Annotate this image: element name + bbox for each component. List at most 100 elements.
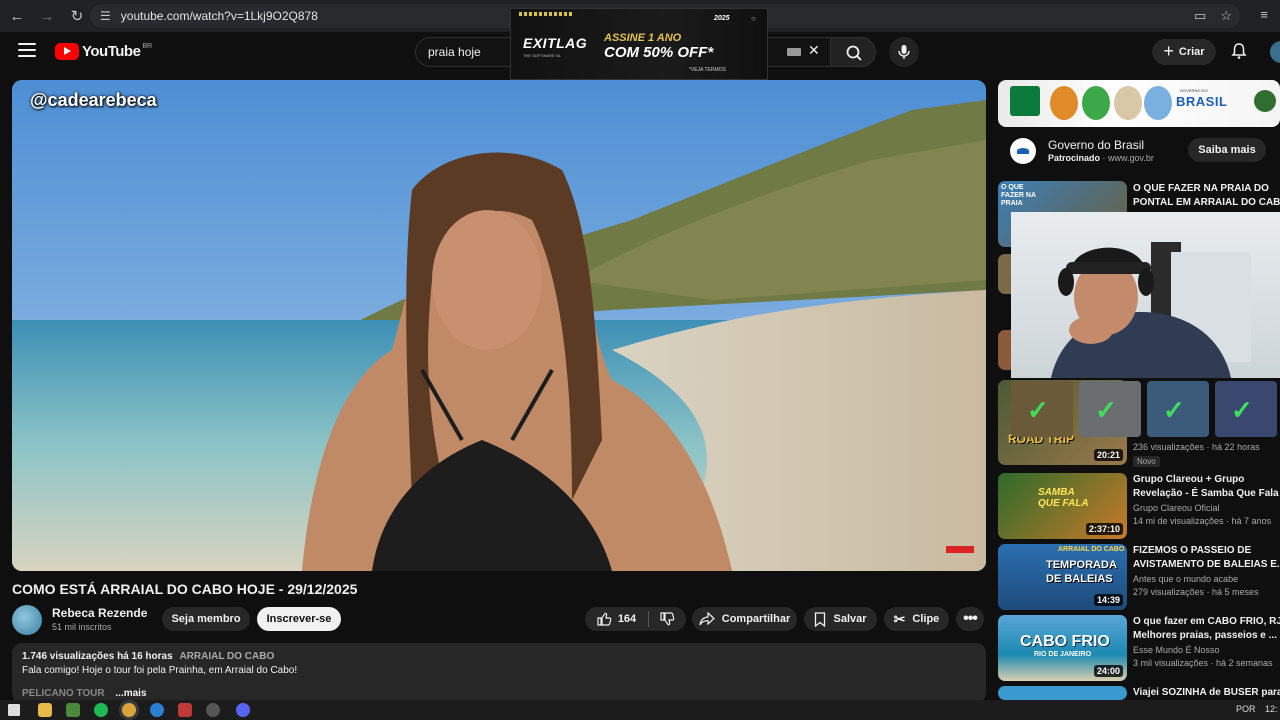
edge-icon[interactable] (150, 703, 164, 717)
spotify-icon[interactable] (94, 703, 108, 717)
video-channel[interactable]: Grupo Clareou Oficial (1133, 503, 1220, 513)
clock[interactable]: 12: (1265, 704, 1278, 714)
account-avatar[interactable] (1270, 41, 1280, 63)
forward-icon[interactable]: → (34, 3, 60, 29)
brazil-flag-icon (1010, 86, 1040, 116)
ad-headline: ASSINE 1 ANO (604, 32, 682, 44)
sponsored-banner[interactable]: GOVERNO DO BRASIL (998, 80, 1280, 127)
keyboard-icon[interactable] (787, 48, 801, 56)
discord-icon[interactable] (236, 703, 250, 717)
save-button[interactable]: Salvar (804, 607, 877, 631)
subscribe-button[interactable]: Inscrever-se (257, 607, 341, 631)
site-info-icon[interactable]: ☰ (100, 9, 111, 23)
input-language[interactable]: POR (1236, 704, 1256, 714)
thumbnail-small: RIO DE JANEIRO (1034, 651, 1092, 658)
ad-brand: EXITLAG (523, 35, 588, 51)
tile: ✓ (1079, 381, 1141, 437)
video-thumbnail[interactable]: ARRAIAL DO CABO TEMPORADA DE BALEIAS 14:… (998, 544, 1127, 610)
video-title-line[interactable]: O que fazer em CABO FRIO, RJ (1133, 615, 1280, 628)
plus-icon: + (1163, 40, 1174, 61)
video-editor-icon[interactable] (178, 703, 192, 717)
ad-offer: COM 50% OFF* (604, 44, 714, 61)
more-actions-icon[interactable]: ••• (956, 607, 984, 631)
video-title-line[interactable]: Viajei SOZINHA de BUSER para (1133, 686, 1280, 699)
sponsored-url: · www.gov.br (1102, 153, 1154, 163)
app-icon[interactable] (66, 703, 80, 717)
subscriber-count: 51 mil inscritos (52, 622, 112, 632)
webcam-tiles: ✓ ✓ ✓ ✓ (1011, 379, 1280, 439)
video-thumbnail[interactable] (998, 686, 1127, 700)
back-icon[interactable]: ← (4, 3, 30, 29)
like-count[interactable]: 164 (618, 613, 636, 625)
ad-close-icon[interactable]: ○ (751, 14, 756, 23)
menu-icon[interactable] (18, 43, 36, 57)
channel-name[interactable]: Rebeca Rezende (52, 606, 147, 620)
browser-menu-icon[interactable]: ≡ (1260, 7, 1268, 22)
chrome-icon[interactable] (122, 703, 136, 717)
reload-icon[interactable]: ↻ (64, 3, 90, 29)
search-value[interactable]: praia hoje (428, 45, 481, 59)
ad-tag: 2025 (714, 15, 730, 22)
video-channel[interactable]: Esse Mundo É Nosso (1133, 645, 1220, 655)
banner-figure (1144, 86, 1172, 120)
banner-hat-icon (1254, 90, 1276, 112)
video-duration: 20:21 (1093, 449, 1123, 461)
voice-search-button[interactable] (889, 37, 919, 67)
share-button[interactable]: Compartilhar (692, 607, 797, 631)
banner-figure (1082, 86, 1110, 120)
clear-search-icon[interactable]: ✕ (808, 42, 820, 59)
show-more-link[interactable]: ...mais (115, 688, 146, 699)
bookmark-star-icon[interactable]: ☆ (1220, 8, 1232, 24)
youtube-logo[interactable]: YouTube BR (55, 43, 152, 60)
clip-button[interactable]: ✂ Clipe (884, 607, 949, 631)
tile: ✓ (1147, 381, 1209, 437)
video-title-line[interactable]: O QUE FAZER NA PRAIA DO (1133, 182, 1280, 195)
create-label: Criar (1178, 46, 1205, 58)
learn-more-button[interactable]: Saiba mais (1188, 138, 1266, 162)
video-title-line[interactable]: Grupo Clareou + Grupo (1133, 473, 1280, 486)
like-dislike-group: 164 (585, 607, 686, 631)
video-thumbnail[interactable]: CABO FRIO RIO DE JANEIRO 24:00 (998, 615, 1127, 681)
exitlag-ad-overlay[interactable]: 2025 ○ EXITLAG THE SOFTWARE N1 ASSINE 1 … (510, 8, 768, 80)
tile: ✓ (1215, 381, 1277, 437)
obs-icon[interactable] (206, 703, 220, 717)
video-title-line[interactable]: AVISTAMENTO DE BALEIAS E... (1133, 558, 1280, 571)
banner-gov-small: GOVERNO DO (1180, 88, 1208, 93)
channel-avatar[interactable] (12, 605, 42, 635)
clip-label: Clipe (912, 613, 940, 625)
join-button[interactable]: Seja membro (162, 607, 250, 631)
bell-icon[interactable] (1230, 42, 1248, 60)
advertiser-logo[interactable] (1010, 138, 1036, 164)
video-meta: 279 visualizações · há 5 meses (1133, 587, 1259, 597)
video-title-line[interactable]: Melhores praias, passeios e ... (1133, 629, 1280, 642)
new-badge: Novo (1133, 456, 1160, 467)
cast-icon[interactable]: ▭ (1194, 8, 1206, 24)
thumbs-up-icon[interactable] (596, 611, 612, 627)
video-player[interactable]: @cadearebeca (12, 80, 986, 571)
video-title-line[interactable]: FIZEMOS O PASSEIO DE (1133, 544, 1280, 557)
windows-start-icon[interactable] (8, 704, 20, 716)
video-duration: 2:37:10 (1085, 523, 1123, 535)
create-button[interactable]: + Criar (1152, 39, 1216, 65)
ad-brand-sub: THE SOFTWARE N1 (523, 53, 561, 58)
banner-figure (1050, 86, 1078, 120)
video-frame-beach (12, 80, 986, 571)
url-text[interactable]: youtube.com/watch?v=1Lkj9O2Q878 (121, 9, 318, 23)
video-thumbnail[interactable]: SAMBA QUE FALA 2:37:10 (998, 473, 1127, 539)
save-label: Salvar (833, 613, 867, 625)
search-button[interactable] (830, 37, 876, 67)
thumbs-down-icon[interactable] (659, 611, 675, 627)
description-preview: PELICANO TOUR (22, 688, 105, 699)
scissors-icon: ✂ (893, 610, 906, 627)
video-channel[interactable]: Antes que o mundo acabe (1133, 574, 1238, 584)
advertiser-name[interactable]: Governo do Brasil (1048, 138, 1144, 152)
views-and-date: 1.746 visualizações há 16 horas (22, 651, 173, 662)
video-title-line[interactable]: PONTAL EM ARRAIAL DO CABO (1133, 196, 1280, 209)
channel-watermark: @cadearebeca (30, 90, 157, 110)
video-title-line[interactable]: Revelação - É Samba Que Fala (1133, 487, 1280, 500)
file-explorer-icon[interactable] (38, 703, 52, 717)
description-box[interactable]: 1.746 visualizações há 16 horas ARRAIAL … (12, 643, 986, 703)
video-meta: 3 mil visualizações · há 2 semanas (1133, 658, 1273, 668)
video-title: COMO ESTÁ ARRAIAL DO CABO HOJE - 29/12/2… (12, 581, 358, 597)
location-hashtag[interactable]: ARRAIAL DO CABO (179, 651, 274, 662)
